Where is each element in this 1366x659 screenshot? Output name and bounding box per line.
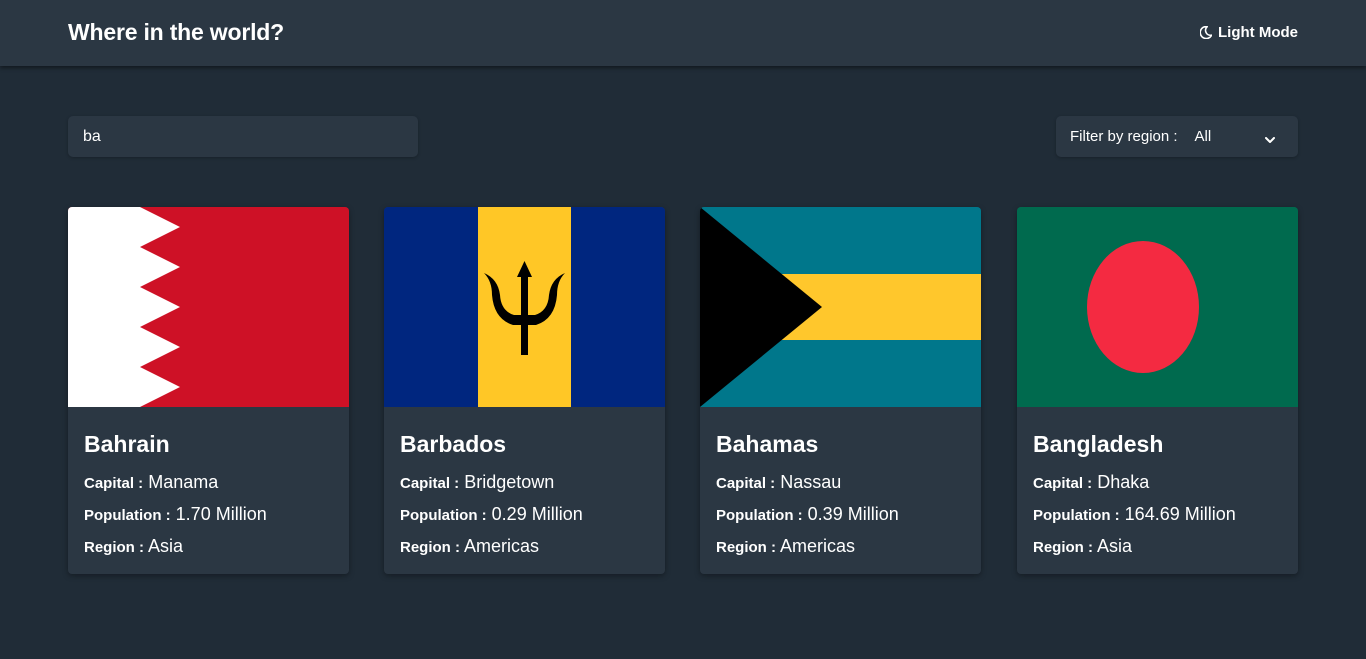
capital-line: Capital : Manama: [84, 467, 333, 499]
population-value: 164.69 Million: [1124, 504, 1236, 524]
capital-label: Capital :: [400, 475, 460, 492]
country-name: Bahamas: [716, 431, 819, 457]
capital-value: Manama: [148, 472, 219, 492]
capital-label: Capital :: [1033, 475, 1093, 492]
capital-label: Capital :: [84, 475, 144, 492]
capital-line: Capital : Nassau: [716, 467, 965, 499]
filter-selected-value: All: [1194, 128, 1212, 145]
region-line: Region : Americas: [716, 531, 965, 563]
capital-line: Capital : Bridgetown: [400, 467, 649, 499]
capital-value: Dhaka: [1097, 472, 1150, 492]
country-card-bangladesh[interactable]: Bangladesh Capital : Dhaka Population : …: [1017, 207, 1298, 574]
region-filter-dropdown[interactable]: Filter by region : All: [1056, 116, 1298, 157]
region-line: Region : Americas: [400, 531, 649, 563]
population-label: Population :: [400, 507, 487, 524]
region-label: Region :: [84, 539, 144, 556]
search-input[interactable]: [68, 116, 418, 157]
country-card-bahamas[interactable]: Bahamas Capital : Nassau Population : 0.…: [700, 207, 981, 574]
region-label: Region :: [1033, 539, 1093, 556]
moon-icon: [1200, 26, 1213, 39]
population-line: Population : 0.29 Million: [400, 499, 649, 531]
country-card-bahrain[interactable]: Bahrain Capital : Manama Population : 1.…: [68, 207, 349, 574]
population-label: Population :: [1033, 507, 1120, 524]
app-title: Where in the world?: [68, 19, 284, 45]
population-label: Population :: [84, 507, 171, 524]
app-header: Where in the world? Light Mode: [0, 0, 1366, 66]
search-box: [68, 116, 418, 157]
country-name: Bangladesh: [1033, 431, 1164, 457]
bahrain-flag-image: [68, 207, 349, 407]
region-value: Americas: [780, 536, 856, 556]
barbados-flag-image: [384, 207, 665, 407]
population-value: 0.29 Million: [491, 504, 583, 524]
population-line: Population : 164.69 Million: [1033, 499, 1282, 531]
region-label: Region :: [400, 539, 460, 556]
region-line: Region : Asia: [1033, 531, 1282, 563]
population-line: Population : 1.70 Million: [84, 499, 333, 531]
theme-mode-toggle[interactable]: Light Mode: [1200, 24, 1298, 41]
population-value: 0.39 Million: [807, 504, 899, 524]
country-name: Barbados: [400, 431, 507, 457]
population-label: Population :: [716, 507, 803, 524]
theme-mode-label: Light Mode: [1218, 24, 1298, 41]
filter-label: Filter by region :: [1070, 128, 1178, 145]
bangladesh-flag-image: [1017, 207, 1298, 407]
bahamas-flag-image: [700, 207, 981, 407]
country-card-barbados[interactable]: Barbados Capital : Bridgetown Population…: [384, 207, 665, 574]
region-value: Asia: [148, 536, 184, 556]
region-value: Americas: [464, 536, 540, 556]
capital-line: Capital : Dhaka: [1033, 467, 1282, 499]
country-name: Bahrain: [84, 431, 170, 457]
capital-value: Bridgetown: [464, 472, 555, 492]
capital-value: Nassau: [780, 472, 842, 492]
region-line: Region : Asia: [84, 531, 333, 563]
population-line: Population : 0.39 Million: [716, 499, 965, 531]
chevron-down-icon: [1265, 131, 1275, 148]
population-value: 1.70 Million: [175, 504, 267, 524]
region-label: Region :: [716, 539, 776, 556]
capital-label: Capital :: [716, 475, 776, 492]
region-value: Asia: [1097, 536, 1133, 556]
